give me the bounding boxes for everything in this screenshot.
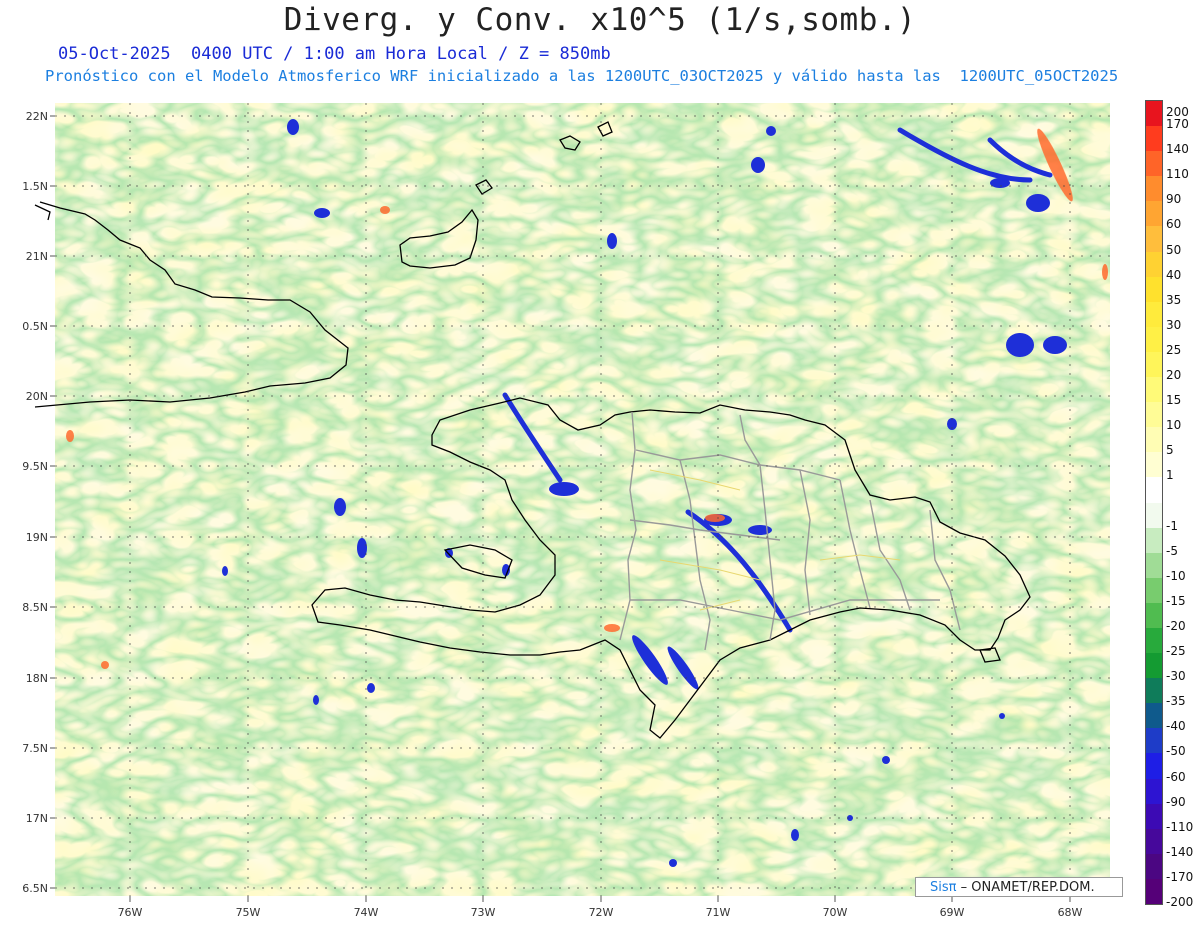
colorbar-swatch <box>1146 828 1162 854</box>
colorbar-label: -170 <box>1166 869 1194 884</box>
colorbar-swatch <box>1146 703 1162 729</box>
lat-label: 18N <box>26 672 48 685</box>
lon-label: 73W <box>471 906 496 919</box>
lon-label: 70W <box>823 906 848 919</box>
colorbar-label: -25 <box>1166 644 1186 659</box>
lon-label: 76W <box>118 906 143 919</box>
colorbar-label: 90 <box>1166 192 1182 207</box>
lat-label: 1.5N <box>22 180 48 193</box>
colorbar-label: -15 <box>1166 593 1186 608</box>
lat-label: 8.5N <box>22 601 48 614</box>
colorbar-label: -60 <box>1166 769 1186 784</box>
lat-label: 7.5N <box>22 742 48 755</box>
lon-label: 75W <box>236 906 261 919</box>
colorbar-label: -110 <box>1166 819 1194 834</box>
colorbar-swatch <box>1146 176 1162 202</box>
colorbar-swatch <box>1146 778 1162 804</box>
colorbar-swatch <box>1146 351 1162 378</box>
credit-text: – ONAMET/REP.DOM. <box>960 880 1095 895</box>
lat-label: 9.5N <box>22 460 48 473</box>
lon-label: 68W <box>1058 906 1083 919</box>
colorbar-label: -20 <box>1166 618 1186 633</box>
lat-label: 20N <box>26 390 48 403</box>
lon-label: 72W <box>589 906 614 919</box>
colorbar-swatch <box>1146 276 1162 302</box>
colorbar-swatch <box>1146 402 1162 428</box>
colorbar-label: 25 <box>1166 342 1182 357</box>
colorbar-label: 140 <box>1166 142 1189 157</box>
colorbar-swatch <box>1146 552 1162 578</box>
colorbar-label: 40 <box>1166 267 1182 282</box>
colorbar-swatch <box>1146 226 1162 252</box>
colorbar-label: 20 <box>1166 368 1182 383</box>
colorbar-swatch <box>1146 301 1162 327</box>
colorbar-label: 1 <box>1166 468 1174 483</box>
colorbar-label: -200 <box>1166 895 1194 909</box>
colorbar-label: -5 <box>1166 543 1178 558</box>
colorbar-label: 50 <box>1166 242 1182 257</box>
lat-label: 22N <box>26 110 48 123</box>
colorbar-label: 15 <box>1166 393 1182 408</box>
colorbar-swatch <box>1146 853 1162 879</box>
colorbar-swatch <box>1146 627 1162 654</box>
colorbar-label: -140 <box>1166 844 1194 859</box>
colorbar-label: -30 <box>1166 669 1186 684</box>
colorbar-swatch <box>1146 427 1162 453</box>
colorbar-label: -90 <box>1166 794 1186 809</box>
colorbar-label: 170 <box>1166 117 1189 132</box>
colorbar-label: 10 <box>1166 418 1182 433</box>
valid-time-line: 05-Oct-2025 0400 UTC / 1:00 am Hora Loca… <box>58 44 611 64</box>
lat-label: 21N <box>26 250 48 263</box>
colorbar-swatch <box>1146 151 1162 177</box>
colorbar-swatch <box>1146 602 1162 628</box>
colorbar-swatch <box>1146 577 1162 603</box>
colorbar-swatch <box>1146 452 1162 478</box>
colorbar-swatch <box>1146 728 1162 754</box>
colorbar-label: 35 <box>1166 292 1182 307</box>
colorbar-label: -35 <box>1166 694 1186 709</box>
lat-label: 0.5N <box>22 320 48 333</box>
colorbar-label: -10 <box>1166 568 1186 583</box>
colorbar-label: -50 <box>1166 744 1186 759</box>
map-title: Diverg. y Conv. x10^5 (1/s,somb.) <box>283 2 917 38</box>
colorbar-swatch <box>1146 201 1162 227</box>
lat-label: 17N <box>26 812 48 825</box>
colorbar-label: -40 <box>1166 719 1186 734</box>
lat-label: 19N <box>26 531 48 544</box>
colorbar-swatch <box>1146 251 1162 277</box>
colorbar-label: 5 <box>1166 443 1174 458</box>
colorbar-label: 30 <box>1166 317 1182 332</box>
colorbar-swatch <box>1146 653 1162 679</box>
forecast-map: 22N 1.5N 21N 0.5N 20N 9.5N 19N 8.5N 18N … <box>22 103 1110 919</box>
colorbar-swatch <box>1146 101 1162 127</box>
colorbar-label: 110 <box>1166 167 1189 182</box>
model-info-line: Pronóstico con el Modelo Atmosferico WRF… <box>45 67 1119 85</box>
lat-label: 6.5N <box>22 882 48 895</box>
colorbar-swatch <box>1146 878 1162 904</box>
lon-label: 69W <box>940 906 965 919</box>
colorbar-swatch <box>1146 753 1162 779</box>
colorbar-label: 60 <box>1166 217 1182 232</box>
sispi-logo-text: Sisπ <box>930 880 957 895</box>
colorbar <box>1145 100 1163 905</box>
colorbar-swatch <box>1146 126 1162 152</box>
colorbar-swatch <box>1146 326 1162 352</box>
lon-label: 74W <box>354 906 379 919</box>
colorbar-swatch <box>1146 803 1162 829</box>
colorbar-label: -1 <box>1166 518 1178 533</box>
colorbar-swatch <box>1146 527 1162 553</box>
colorbar-swatch <box>1146 377 1162 403</box>
colorbar-swatch <box>1146 477 1162 503</box>
lon-label: 71W <box>706 906 731 919</box>
colorbar-swatch <box>1146 502 1162 528</box>
colorbar-swatch <box>1146 678 1162 704</box>
credit-box: Sisπ – ONAMET/REP.DOM. <box>915 877 1123 897</box>
